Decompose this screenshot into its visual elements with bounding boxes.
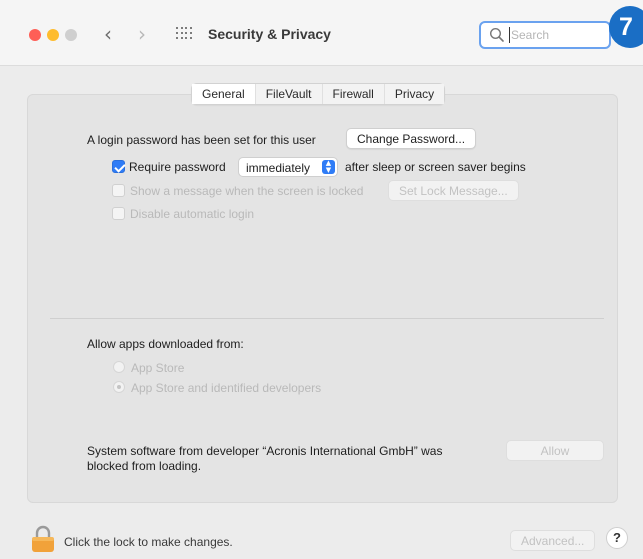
lock-icon[interactable]: [30, 525, 56, 553]
set-lock-message-button[interactable]: Set Lock Message...: [388, 180, 519, 201]
tab-filevault[interactable]: FileVault: [255, 84, 323, 104]
show-message-checkbox[interactable]: [112, 184, 125, 197]
radio-app-store[interactable]: [113, 361, 125, 373]
blocked-software-line2: blocked from loading.: [87, 459, 202, 473]
security-privacy-window: ‹ › Security & Privacy Search 7 General …: [0, 0, 643, 559]
tab-general[interactable]: General: [192, 84, 256, 104]
minimize-window-button[interactable]: [47, 29, 59, 41]
lock-instruction-text: Click the lock to make changes.: [64, 535, 233, 549]
title-bar: ‹ › Security & Privacy Search 7: [0, 0, 643, 66]
require-password-delay-value: immediately: [246, 161, 311, 175]
require-password-delay-select[interactable]: immediately ▲ ▼: [238, 157, 338, 177]
search-field[interactable]: Search: [479, 21, 611, 49]
disable-auto-login-checkbox[interactable]: [112, 207, 125, 220]
require-password-label: Require password: [129, 160, 226, 174]
advanced-button[interactable]: Advanced...: [510, 530, 596, 551]
show-message-label: Show a message when the screen is locked: [130, 184, 364, 198]
blocked-software-line1: System software from developer “Acronis …: [87, 444, 443, 458]
after-sleep-text: after sleep or screen saver begins: [345, 160, 526, 174]
login-password-text: A login password has been set for this u…: [87, 133, 316, 147]
zoom-window-button[interactable]: [65, 29, 77, 41]
allow-apps-heading: Allow apps downloaded from:: [87, 337, 244, 351]
radio-app-store-identified[interactable]: [113, 381, 125, 393]
close-window-button[interactable]: [29, 29, 41, 41]
require-password-checkbox[interactable]: [112, 160, 125, 173]
search-icon: [489, 27, 504, 42]
tab-privacy[interactable]: Privacy: [384, 84, 445, 104]
tab-bar: General FileVault Firewall Privacy: [191, 83, 446, 105]
help-button[interactable]: ?: [606, 527, 628, 549]
tab-firewall[interactable]: Firewall: [322, 84, 385, 104]
popup-arrows-icon: ▲ ▼: [322, 160, 335, 174]
step-number-badge: 7: [609, 6, 643, 48]
change-password-button[interactable]: Change Password...: [346, 128, 477, 149]
app-store-identified-label: App Store and identified developers: [131, 381, 322, 395]
app-store-label: App Store: [131, 361, 185, 375]
window-title: Security & Privacy: [208, 26, 331, 42]
forward-arrow-icon[interactable]: ›: [138, 22, 146, 46]
section-divider: [50, 318, 604, 319]
back-arrow-icon[interactable]: ‹: [104, 22, 112, 46]
allow-button[interactable]: Allow: [506, 440, 604, 461]
disable-auto-login-label: Disable automatic login: [130, 207, 255, 221]
search-placeholder: Search: [511, 28, 550, 42]
text-caret: [509, 27, 510, 43]
show-all-grid-icon[interactable]: [176, 27, 192, 41]
